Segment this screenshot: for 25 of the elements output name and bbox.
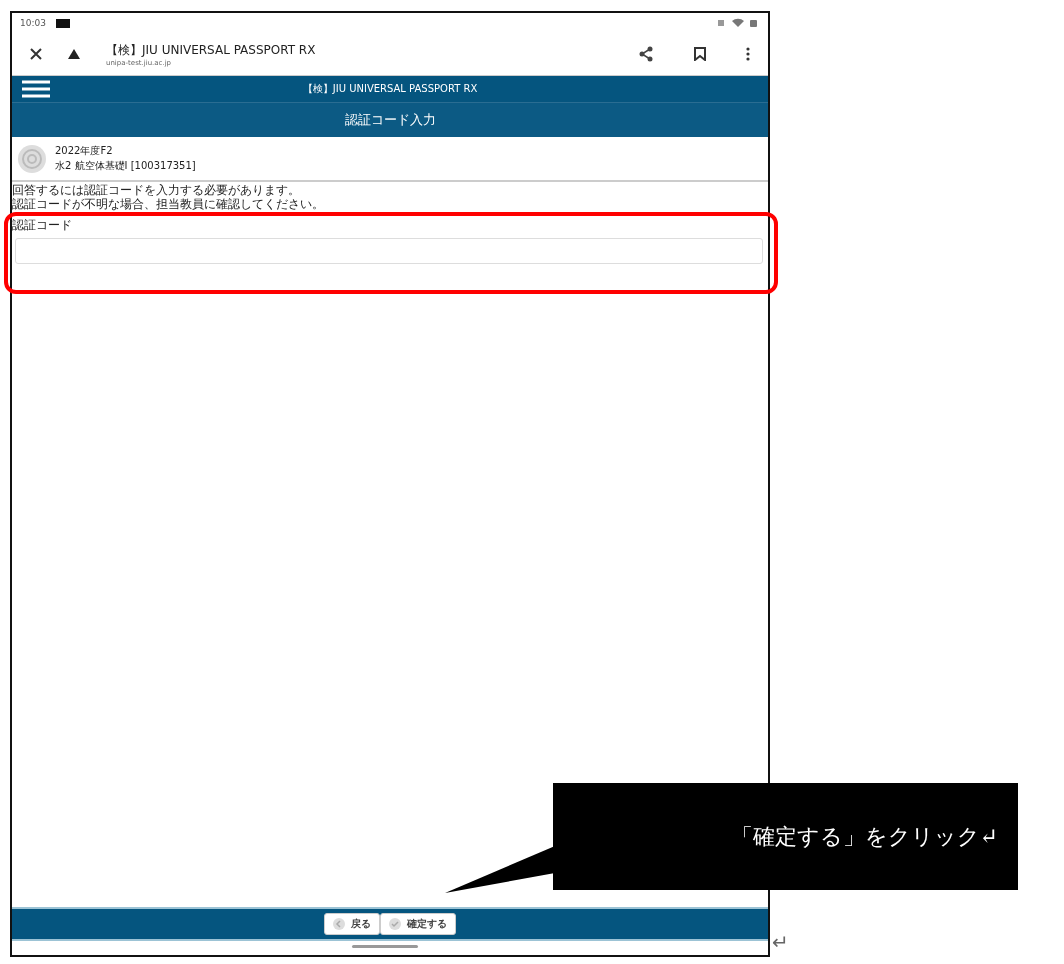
paragraph-mark: ↵ [772, 930, 789, 954]
notice-text: 回答するには認証コードを入力する必要があります。 [12, 183, 301, 197]
footer-button[interactable]: 確定する [380, 913, 456, 935]
course-term: 2022年度F2 [55, 144, 114, 158]
page-title: 認証コード入力 [12, 102, 768, 137]
callout-text: 「確定する」をクリック↵ [553, 783, 1018, 890]
bookmark-icon[interactable] [694, 47, 706, 61]
status-icons [716, 18, 760, 28]
share-icon[interactable] [638, 46, 654, 62]
field-label: 認証コード [12, 217, 73, 234]
app-title: 【検】JIU UNIVERSAL PASSPORT RX [301, 82, 479, 96]
notification-icon [55, 18, 70, 28]
back-icon [333, 918, 345, 930]
check-icon [389, 918, 401, 930]
course-icon [17, 143, 47, 174]
footer-button[interactable]: 戻る [324, 913, 380, 935]
triangle-icon[interactable] [68, 49, 80, 59]
browser-title: 【検】JIU UNIVERSAL PASSPORT RX [106, 41, 317, 59]
status-time: 10:03 [20, 18, 46, 28]
code-input-field[interactable] [15, 238, 763, 264]
close-icon[interactable] [30, 48, 42, 60]
notice-text: 認証コードが不明な場合、担当教員に確認してください。 [12, 197, 325, 211]
course-name: 水2 航空体基礎Ⅰ [100317351] [55, 159, 196, 173]
more-icon[interactable] [746, 47, 750, 61]
menu-icon[interactable] [22, 80, 50, 98]
